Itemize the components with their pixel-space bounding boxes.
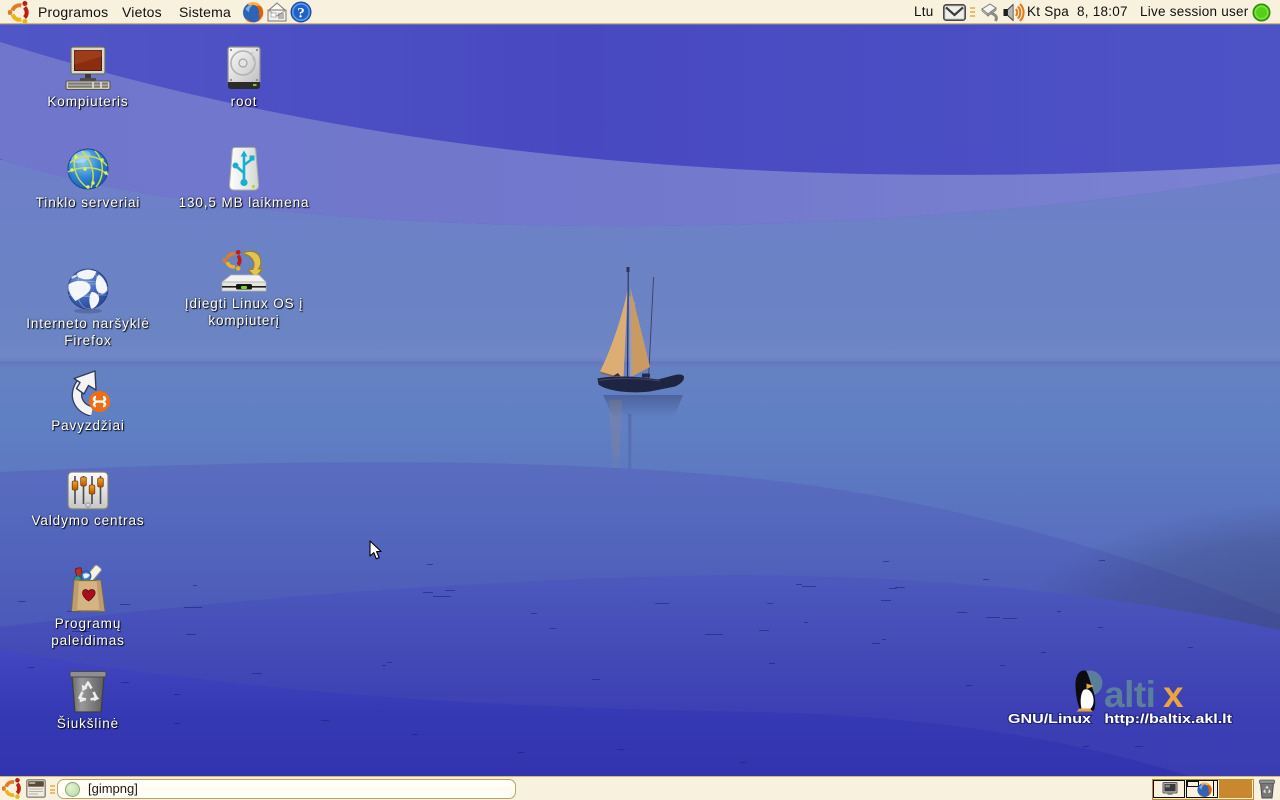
svg-text:x: x [1163, 674, 1184, 715]
svg-text:?: ? [297, 6, 305, 22]
svg-text:GNU/Linux http://baltix.akl.: GNU/Linux http://baltix.akl.lt [1008, 711, 1233, 726]
svg-text:alti: alti [1104, 674, 1155, 715]
